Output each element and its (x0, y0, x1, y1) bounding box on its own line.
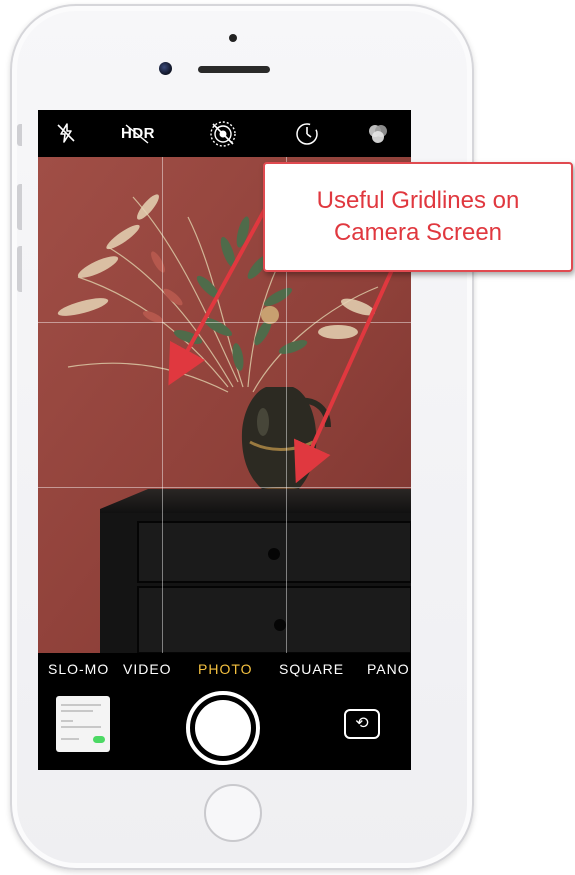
hdr-icon[interactable]: HDR (118, 123, 158, 145)
volume-down-button (17, 246, 22, 292)
last-photo-thumbnail[interactable] (56, 696, 110, 752)
annotation-text: Useful Gridlines on Camera Screen (265, 185, 571, 249)
proximity-sensor (229, 34, 237, 42)
camera-bottom-bar: ⟲ (38, 687, 411, 770)
home-button[interactable] (204, 784, 262, 842)
switch-camera-icon[interactable]: ⟲ (344, 709, 380, 739)
flash-off-icon[interactable] (54, 121, 78, 145)
mode-square[interactable]: SQUARE (279, 661, 344, 677)
earpiece-speaker (198, 66, 270, 73)
camera-mode-selector: SLO-MO VIDEO PHOTO SQUARE PANO (38, 653, 411, 687)
thumbnail-line (61, 704, 101, 706)
shutter-inner (195, 700, 251, 756)
volume-up-button (17, 184, 22, 230)
annotation-line-1: Useful Gridlines on (316, 187, 520, 214)
thumbnail-toggle (93, 736, 105, 743)
thumbnail-line (61, 720, 73, 722)
filters-icon[interactable] (365, 121, 391, 147)
thumbnail-line (61, 738, 79, 740)
mode-video[interactable]: VIDEO (123, 661, 172, 677)
thumbnail-line (61, 710, 93, 712)
gridline-vertical-1 (162, 157, 163, 653)
mode-photo[interactable]: PHOTO (198, 661, 253, 677)
thumbnail-line (61, 726, 101, 728)
timer-icon[interactable] (294, 121, 320, 147)
annotation-line-2: Camera Screen (333, 219, 503, 246)
mode-slo-mo[interactable]: SLO-MO (48, 661, 109, 677)
gridline-horizontal-2 (38, 487, 411, 488)
annotation-callout: Useful Gridlines on Camera Screen (263, 162, 573, 272)
live-photo-off-icon[interactable] (208, 119, 238, 149)
front-camera (159, 62, 172, 75)
silent-switch (17, 124, 22, 146)
camera-top-bar: HDR (38, 110, 411, 157)
shutter-button[interactable] (186, 691, 260, 765)
gridline-horizontal-1 (38, 322, 411, 323)
mode-pano[interactable]: PANO (367, 661, 410, 677)
